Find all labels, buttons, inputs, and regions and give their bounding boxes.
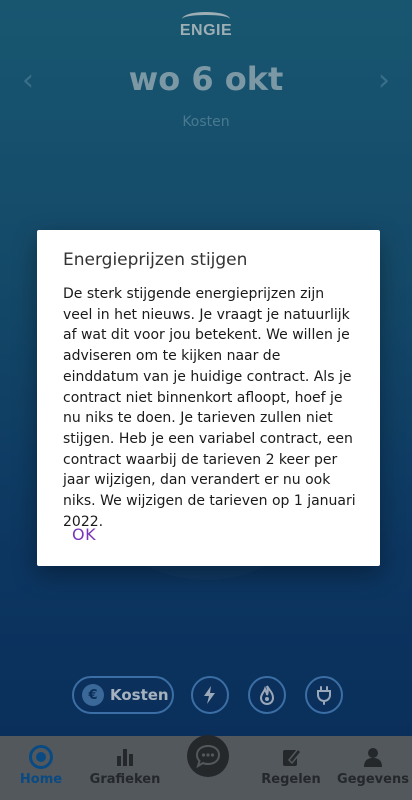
ok-button[interactable]: OK — [72, 525, 96, 544]
dialog-message: De sterk stijgende energieprijzen zijn v… — [63, 286, 356, 530]
dialog-title: Energieprijzen stijgen — [63, 250, 248, 270]
app-screen: ENGIE ‹ wo 6 okt › Kosten € Kosten Home … — [0, 0, 412, 800]
price-increase-dialog: Energieprijzen stijgen De sterk stijgend… — [37, 230, 380, 566]
